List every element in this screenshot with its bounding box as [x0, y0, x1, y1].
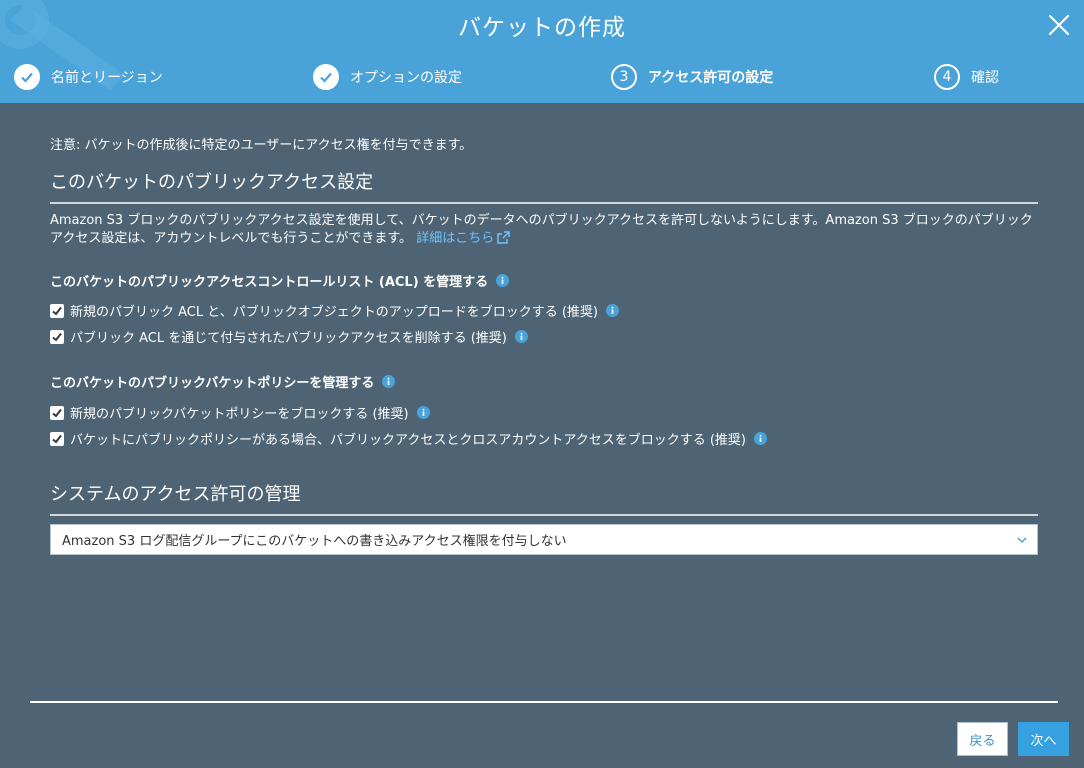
page-title: バケットの作成 [458, 15, 626, 41]
learn-more-link[interactable]: 詳細はこちら [416, 231, 510, 246]
info-icon[interactable] [382, 375, 396, 388]
public-access-section-title: このバケットのパブリックアクセス設定 [50, 168, 1038, 204]
checkbox-label: バケットにパブリックポリシーがある場合、パブリックアクセスとクロスアカウントアク… [70, 433, 746, 448]
checkmark-icon [320, 72, 332, 83]
wizard-steps: 名前とリージョン オプションの設定 3 アクセス許可の設定 4 確認 [0, 62, 1084, 92]
checkmark-icon [52, 332, 62, 341]
description-text: Amazon S3 ブロックのパブリックアクセス設定を使用して、バケットのデータ… [50, 213, 1033, 246]
step-label: オプションの設定 [350, 70, 462, 86]
step-number: 4 [934, 64, 960, 90]
system-permissions-section-title: システムのアクセス許可の管理 [50, 480, 1038, 516]
policy-heading: このバケットのパブリックバケットポリシーを管理する [50, 372, 396, 391]
wizard-header: バケットの作成 名前とリージョン オプションの設定 3 アクセス許可の設定 4 … [0, 0, 1084, 103]
checkmark-icon [52, 408, 62, 417]
log-delivery-select[interactable]: Amazon S3 ログ配信グループにこのバケットへの書き込みアクセス権限を付与… [50, 524, 1038, 555]
step-label: アクセス許可の設定 [648, 70, 774, 86]
next-button[interactable]: 次へ [1018, 722, 1069, 756]
chevron-down-icon [1017, 537, 1027, 544]
policy-option-block-new[interactable]: 新規のパブリックバケットポリシーをブロックする (推奨) [50, 403, 430, 422]
step-done-icon [14, 64, 40, 90]
checkbox-checked[interactable] [50, 405, 64, 420]
back-button[interactable]: 戻る [957, 722, 1008, 756]
footer-divider [30, 701, 1058, 703]
external-link-icon [497, 231, 510, 244]
step-options[interactable]: オプションの設定 [313, 62, 462, 92]
step-label: 確認 [971, 70, 999, 86]
close-button[interactable] [1044, 10, 1074, 40]
select-value: Amazon S3 ログ配信グループにこのバケットへの書き込みアクセス権限を付与… [62, 534, 567, 549]
close-icon [1048, 14, 1070, 36]
policy-heading-text: このバケットのパブリックバケットポリシーを管理する [50, 376, 375, 391]
acl-option-block-new[interactable]: 新規のパブリック ACL と、パブリックオブジェクトのアップロードをブロックする… [50, 301, 620, 320]
learn-more-label: 詳細はこちら [416, 231, 495, 246]
info-icon[interactable] [606, 304, 620, 317]
acl-option-remove-existing[interactable]: パブリック ACL を通じて付与されたパブリックアクセスを削除する (推奨) [50, 327, 528, 346]
acl-heading-text: このバケットのパブリックアクセスコントロールリスト (ACL) を管理する [50, 275, 489, 290]
info-icon[interactable] [416, 406, 430, 419]
checkbox-label: 新規のパブリックバケットポリシーをブロックする (推奨) [70, 407, 409, 422]
step-done-icon [313, 64, 339, 90]
checkmark-icon [21, 72, 33, 83]
step-review[interactable]: 4 確認 [934, 62, 999, 92]
note-text: 注意: バケットの作成後に特定のユーザーにアクセス権を付与できます。 [50, 138, 473, 153]
info-icon[interactable] [753, 432, 767, 445]
step-number: 3 [611, 64, 637, 90]
checkbox-checked[interactable] [50, 329, 64, 344]
info-icon[interactable] [496, 274, 510, 287]
step-label: 名前とリージョン [51, 70, 163, 86]
policy-option-block-cross-account[interactable]: バケットにパブリックポリシーがある場合、パブリックアクセスとクロスアカウントアク… [50, 429, 767, 448]
checkmark-icon [52, 434, 62, 443]
acl-heading: このバケットのパブリックアクセスコントロールリスト (ACL) を管理する [50, 271, 510, 290]
checkbox-label: パブリック ACL を通じて付与されたパブリックアクセスを削除する (推奨) [70, 331, 507, 346]
info-icon[interactable] [514, 330, 528, 343]
public-access-description: Amazon S3 ブロックのパブリックアクセス設定を使用して、バケットのデータ… [50, 212, 1038, 248]
checkbox-checked[interactable] [50, 431, 64, 446]
checkbox-checked[interactable] [50, 303, 64, 318]
checkmark-icon [52, 306, 62, 315]
checkbox-label: 新規のパブリック ACL と、パブリックオブジェクトのアップロードをブロックする… [70, 305, 599, 320]
step-name-and-region[interactable]: 名前とリージョン [14, 62, 163, 92]
step-permissions[interactable]: 3 アクセス許可の設定 [611, 62, 773, 92]
